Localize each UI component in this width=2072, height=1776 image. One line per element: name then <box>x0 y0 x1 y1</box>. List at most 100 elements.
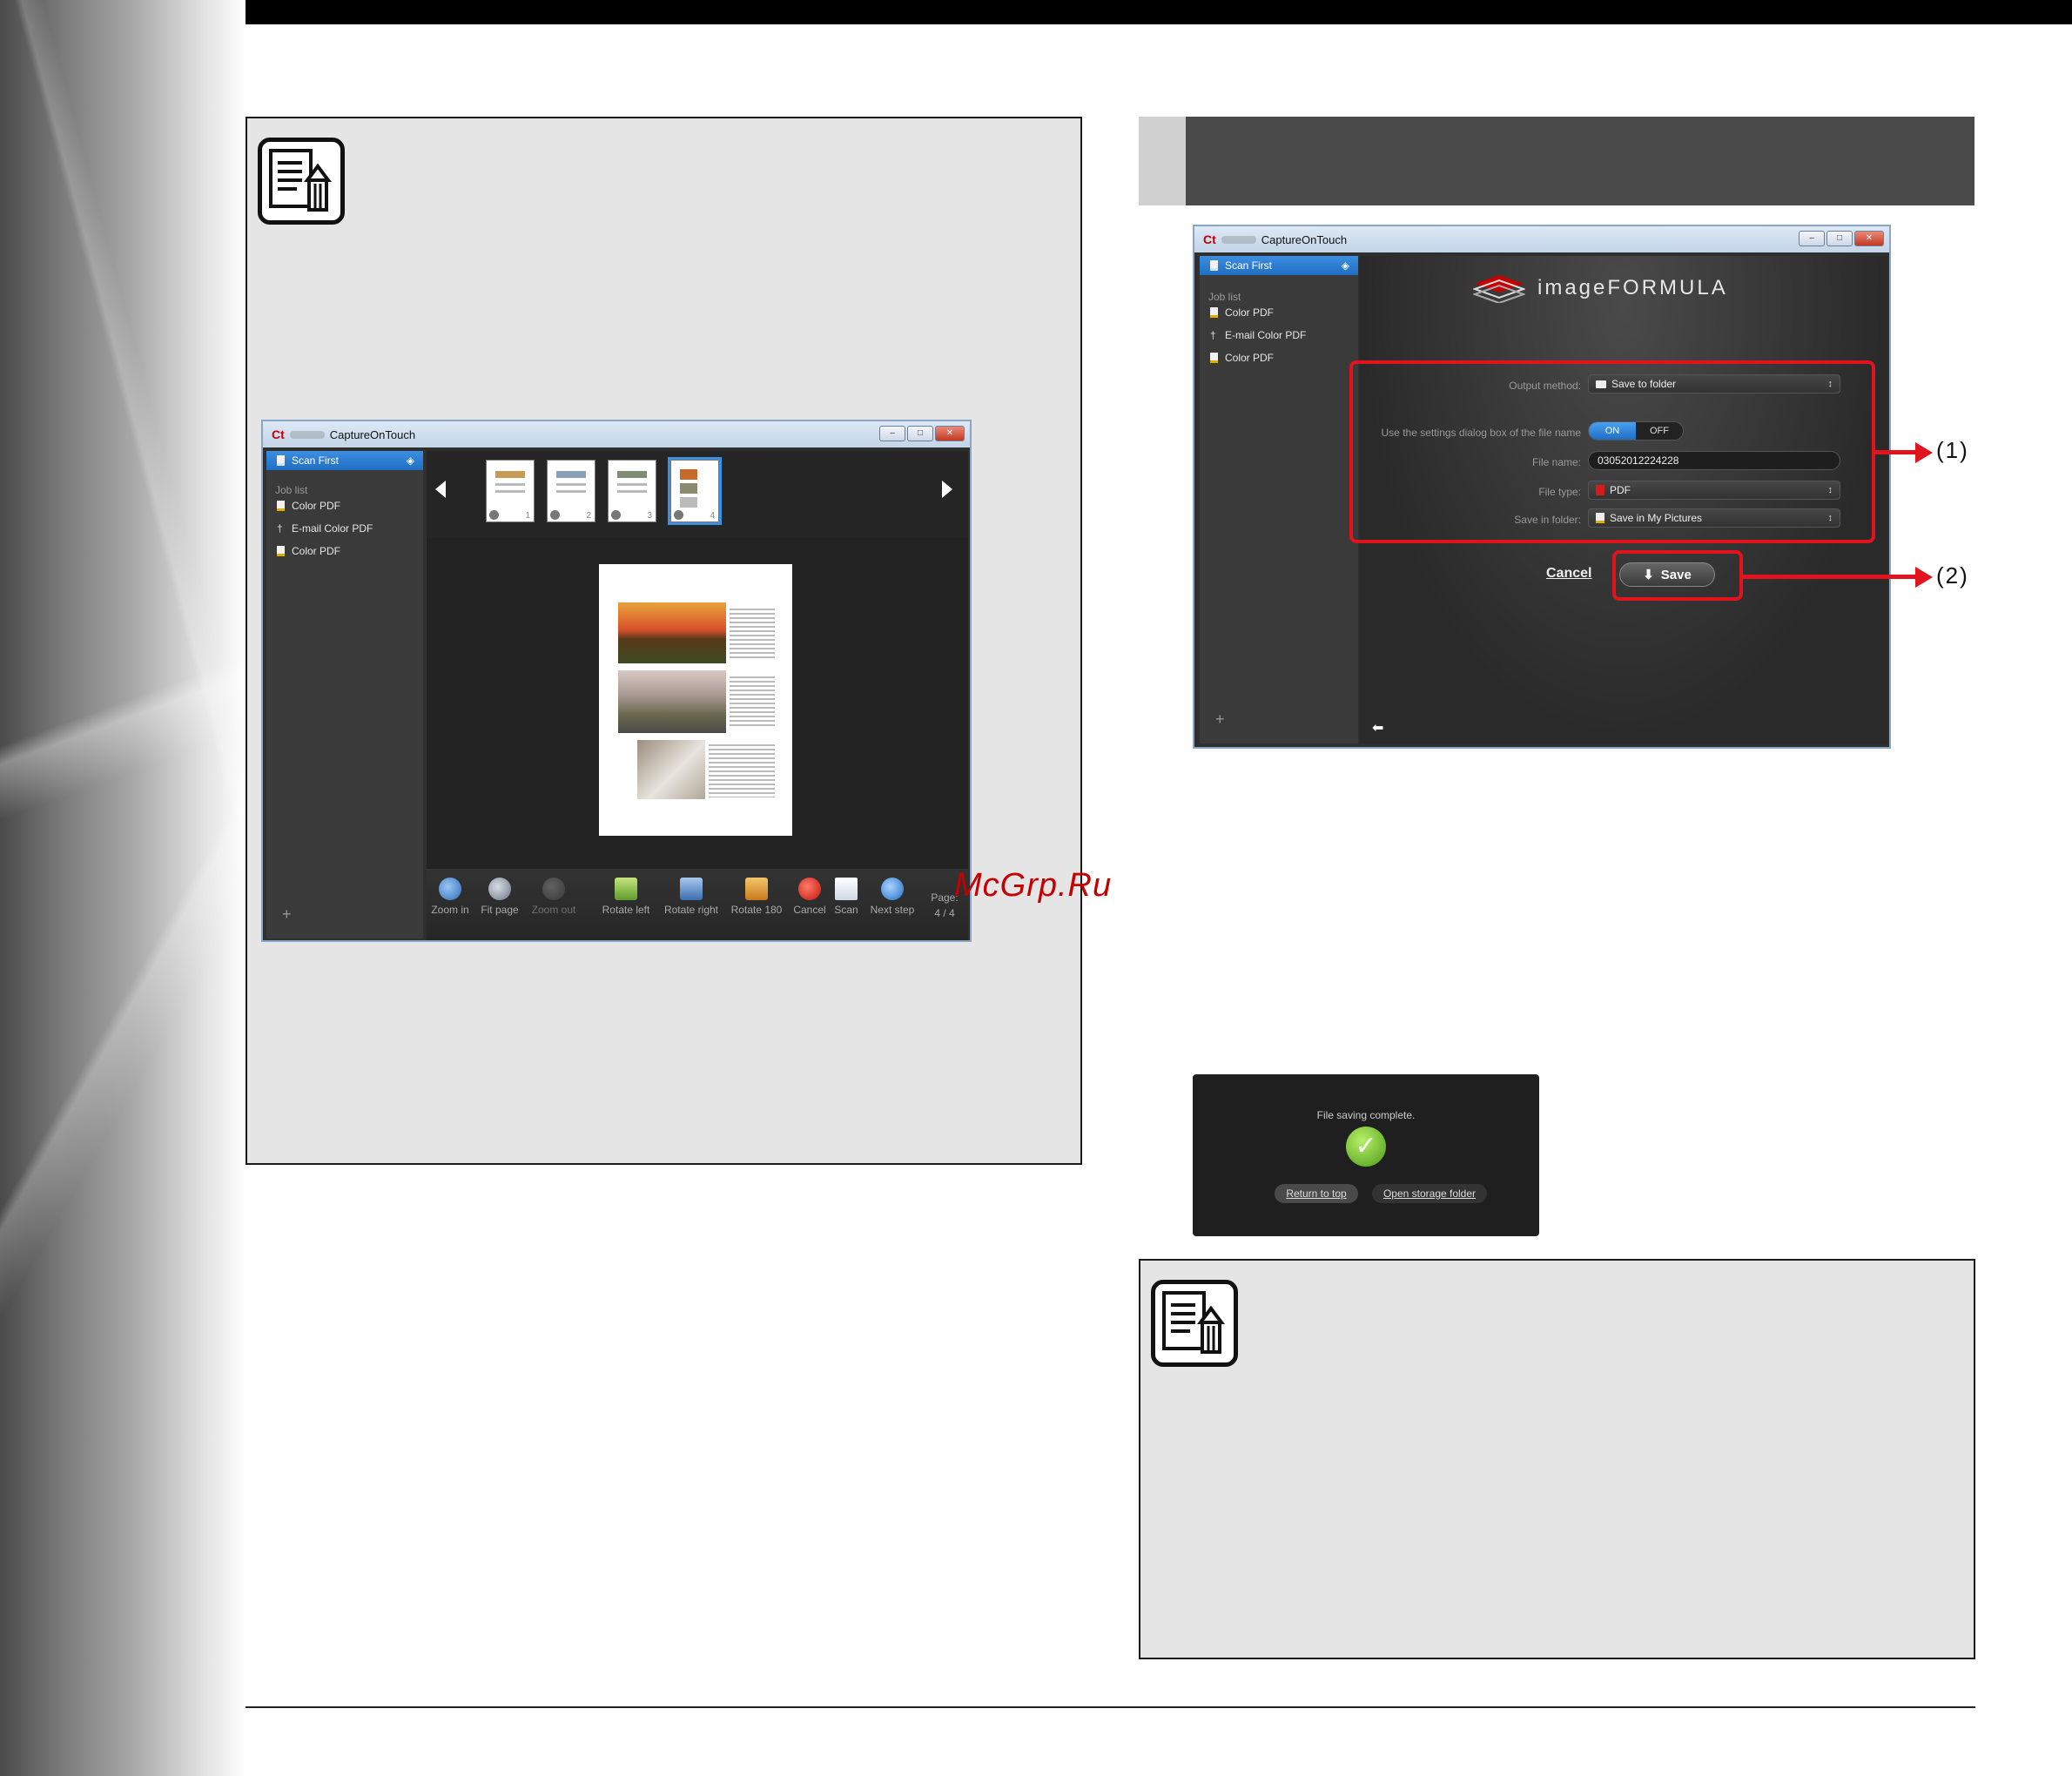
thumbnail-number: 4 <box>710 511 715 521</box>
sidebar-item-label: Color PDF <box>292 545 341 557</box>
zoom-in-icon <box>439 878 461 900</box>
rotate-180-icon <box>745 878 768 900</box>
close-button[interactable]: ✕ <box>1854 231 1884 246</box>
sidebar-item-label: Color PDF <box>1225 352 1275 364</box>
add-job-button[interactable]: + <box>1215 710 1225 729</box>
document-icon <box>1210 307 1218 318</box>
scan-icon <box>835 878 858 900</box>
document-icon <box>1210 260 1218 271</box>
remove-page-icon[interactable] <box>611 510 621 520</box>
rotate-left-button[interactable]: Rotate left <box>597 878 655 916</box>
note-icon <box>258 138 345 225</box>
paperclip-icon: † <box>1210 329 1216 341</box>
remove-page-icon[interactable] <box>674 510 683 520</box>
page-preview-area <box>427 538 968 869</box>
left-decorative-strip <box>0 0 246 1776</box>
fit-page-icon <box>488 878 511 900</box>
callout-arrow-head-2 <box>1915 567 1933 588</box>
app-logo-icon: Ct <box>1203 232 1216 246</box>
sidebar-job-color-pdf[interactable]: Color PDF <box>277 500 340 512</box>
toolbar-label: Rotate right <box>663 904 719 916</box>
close-button[interactable]: ✕ <box>935 426 965 441</box>
road-photo <box>618 670 726 733</box>
callout-label-2: (2) <box>1936 562 1969 589</box>
sidebar: Scan First ◈ Job list Color PDF † E-mail… <box>1200 256 1358 743</box>
job-list-label: Job list <box>275 484 308 496</box>
toolbar-label: Cancel <box>793 904 826 916</box>
page-thumbnail-selected[interactable]: 4 <box>668 457 722 525</box>
document-icon <box>1210 353 1218 363</box>
sidebar-item-label: E-mail Color PDF <box>292 522 373 535</box>
page-thumbnail[interactable]: 1 <box>486 460 535 522</box>
next-step-button[interactable]: Next step <box>865 878 919 916</box>
back-arrow-icon[interactable]: ⬅ <box>1372 719 1383 737</box>
remove-page-icon[interactable] <box>489 510 499 520</box>
minimize-button[interactable]: – <box>879 426 905 441</box>
sidebar-item-label: E-mail Color PDF <box>1225 329 1307 341</box>
sidebar-job-color-pdf[interactable]: Color PDF <box>1210 306 1274 319</box>
prev-thumbs-arrow-icon[interactable] <box>435 481 446 498</box>
zoom-in-button[interactable]: Zoom in <box>428 878 472 916</box>
window-title-bar: Ct CaptureOnTouch – □ ✕ <box>263 421 970 447</box>
open-storage-folder-button[interactable]: Open storage folder <box>1372 1184 1487 1203</box>
toolbar-label: Next step <box>870 904 915 916</box>
watermark: McGrp.Ru <box>954 867 1113 904</box>
file-saving-complete-dialog: File saving complete. ✓ Return to top Op… <box>1193 1074 1539 1236</box>
sidebar-job-color-pdf-2[interactable]: Color PDF <box>277 545 340 557</box>
page-value: 4 / 4 <box>934 907 955 919</box>
sidebar-item-label: Scan First <box>1225 259 1273 272</box>
zoom-out-icon <box>542 878 565 900</box>
brand-name: imageFORMULA <box>1537 276 1728 299</box>
callout-arrow-line-1 <box>1875 450 1917 454</box>
maximize-button[interactable]: □ <box>1826 231 1853 246</box>
sidebar-job-color-pdf-2[interactable]: Color PDF <box>1210 352 1274 364</box>
thumbnail-strip: 1 2 3 4 <box>427 451 968 538</box>
cancel-scan-button[interactable]: Cancel <box>790 878 829 916</box>
cancel-button[interactable]: Cancel <box>1546 566 1591 582</box>
thumbnail-number: 2 <box>586 511 591 521</box>
toolbar-label: Zoom out <box>531 904 576 916</box>
callout-frame-2 <box>1612 550 1743 601</box>
rotate-right-button[interactable]: Rotate right <box>660 878 723 916</box>
rotate-left-icon <box>615 878 637 900</box>
settings-diamond-icon[interactable]: ◈ <box>1342 259 1349 272</box>
blurred-model-name <box>1221 235 1256 244</box>
next-thumbs-arrow-icon[interactable] <box>942 481 952 498</box>
sidebar-item-scan-first[interactable]: Scan First ◈ <box>1200 256 1358 275</box>
scan-button[interactable]: Scan <box>829 878 864 916</box>
note-icon <box>1151 1280 1238 1367</box>
toolbar-label: Rotate 180 <box>730 904 783 916</box>
fit-page-button[interactable]: Fit page <box>475 878 524 916</box>
sidebar-item-label: Scan First <box>292 454 340 467</box>
return-to-top-button[interactable]: Return to top <box>1275 1184 1358 1203</box>
checkmark-icon: ✓ <box>1346 1127 1386 1167</box>
section-header-accent <box>1139 117 1186 205</box>
document-icon <box>277 546 285 556</box>
toolbar-label: Zoom in <box>431 904 469 916</box>
thumbnail-number: 3 <box>647 511 652 521</box>
remove-page-icon[interactable] <box>550 510 560 520</box>
app-logo-icon: Ct <box>272 427 285 441</box>
page-thumbnail[interactable]: 2 <box>547 460 595 522</box>
add-job-button[interactable]: + <box>282 905 292 924</box>
minimize-button[interactable]: – <box>1799 231 1825 246</box>
section-header <box>1186 117 1974 205</box>
cancel-icon <box>798 878 821 900</box>
sidebar: Scan First ◈ Job list Color PDF † E-mail… <box>266 451 423 938</box>
rotate-180-button[interactable]: Rotate 180 <box>726 878 787 916</box>
sidebar-item-label: Color PDF <box>1225 306 1275 319</box>
next-step-icon <box>881 878 904 900</box>
sidebar-item-label: Color PDF <box>292 500 341 512</box>
zoom-out-button[interactable]: Zoom out <box>528 878 580 916</box>
capture-window-preview: Ct CaptureOnTouch – □ ✕ Scan First ◈ Job… <box>261 420 972 942</box>
window-title: CaptureOnTouch <box>1261 232 1348 246</box>
sidebar-job-email-color-pdf[interactable]: † E-mail Color PDF <box>1210 329 1306 341</box>
imageformula-logo-icon <box>1473 275 1525 303</box>
brand-logo: imageFORMULA <box>1473 273 1728 303</box>
page-thumbnail[interactable]: 3 <box>608 460 656 522</box>
sidebar-item-scan-first[interactable]: Scan First ◈ <box>266 451 423 470</box>
preview-toolbar: Zoom in Fit page Zoom out Rotate left Ro… <box>427 869 968 940</box>
sidebar-job-email-color-pdf[interactable]: † E-mail Color PDF <box>277 522 373 535</box>
maximize-button[interactable]: □ <box>907 426 933 441</box>
settings-diamond-icon[interactable]: ◈ <box>407 454 414 467</box>
